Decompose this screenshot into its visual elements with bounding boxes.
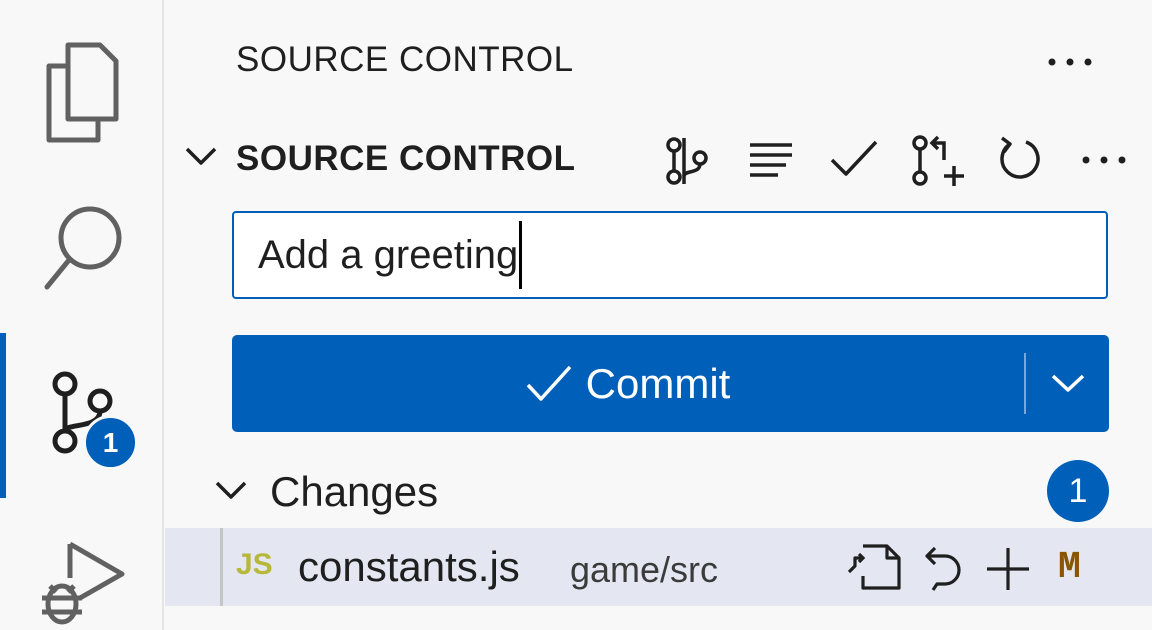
git-graph-icon[interactable]	[662, 136, 712, 186]
section-title[interactable]: SOURCE CONTROL	[236, 139, 576, 179]
panel-title: SOURCE CONTROL	[236, 40, 574, 79]
commit-button-label: Commit	[585, 359, 731, 407]
chevron-down-icon	[1051, 374, 1085, 392]
discard-changes-icon[interactable]	[923, 544, 963, 592]
chevron-down-icon[interactable]	[215, 480, 247, 500]
debug-icon	[42, 541, 125, 625]
activity-search[interactable]	[0, 180, 160, 330]
commit-dropdown-button[interactable]	[1026, 335, 1109, 432]
activity-explorer[interactable]	[0, 20, 160, 170]
stage-changes-icon[interactable]	[985, 546, 1031, 592]
activity-source-control[interactable]	[0, 335, 160, 485]
commit-message-text: Add a greeting	[258, 232, 519, 277]
commit-button-group: Commit	[232, 335, 1109, 432]
tree-indent-guide	[220, 528, 223, 606]
check-icon[interactable]	[830, 140, 878, 178]
activity-bar: 1	[0, 0, 164, 630]
file-path: game/src	[570, 549, 719, 590]
pull-request-icon[interactable]	[910, 134, 966, 188]
files-icon	[46, 42, 119, 143]
check-icon	[526, 365, 571, 401]
modified-status: M	[1058, 546, 1081, 589]
ellipsis-icon[interactable]	[1048, 58, 1094, 66]
activity-run-and-debug[interactable]	[0, 520, 160, 630]
changed-file-row[interactable]: JS constants.js game/src M	[165, 528, 1152, 606]
commit-button[interactable]: Commit	[232, 335, 1024, 432]
changes-count-badge: 1	[1047, 460, 1109, 522]
refresh-icon[interactable]	[996, 136, 1042, 182]
text-caret	[519, 221, 523, 289]
chevron-down-icon[interactable]	[185, 146, 217, 166]
changes-group-label[interactable]: Changes	[270, 468, 438, 516]
source-control-badge: 1	[83, 415, 138, 470]
commit-message-input[interactable]: Add a greeting	[232, 211, 1108, 299]
list-view-icon[interactable]	[748, 142, 794, 178]
js-file-icon: JS	[236, 548, 273, 581]
file-name: constants.js	[298, 543, 520, 590]
search-icon	[44, 206, 122, 290]
open-file-icon[interactable]	[847, 544, 901, 590]
ellipsis-icon[interactable]	[1082, 156, 1128, 164]
